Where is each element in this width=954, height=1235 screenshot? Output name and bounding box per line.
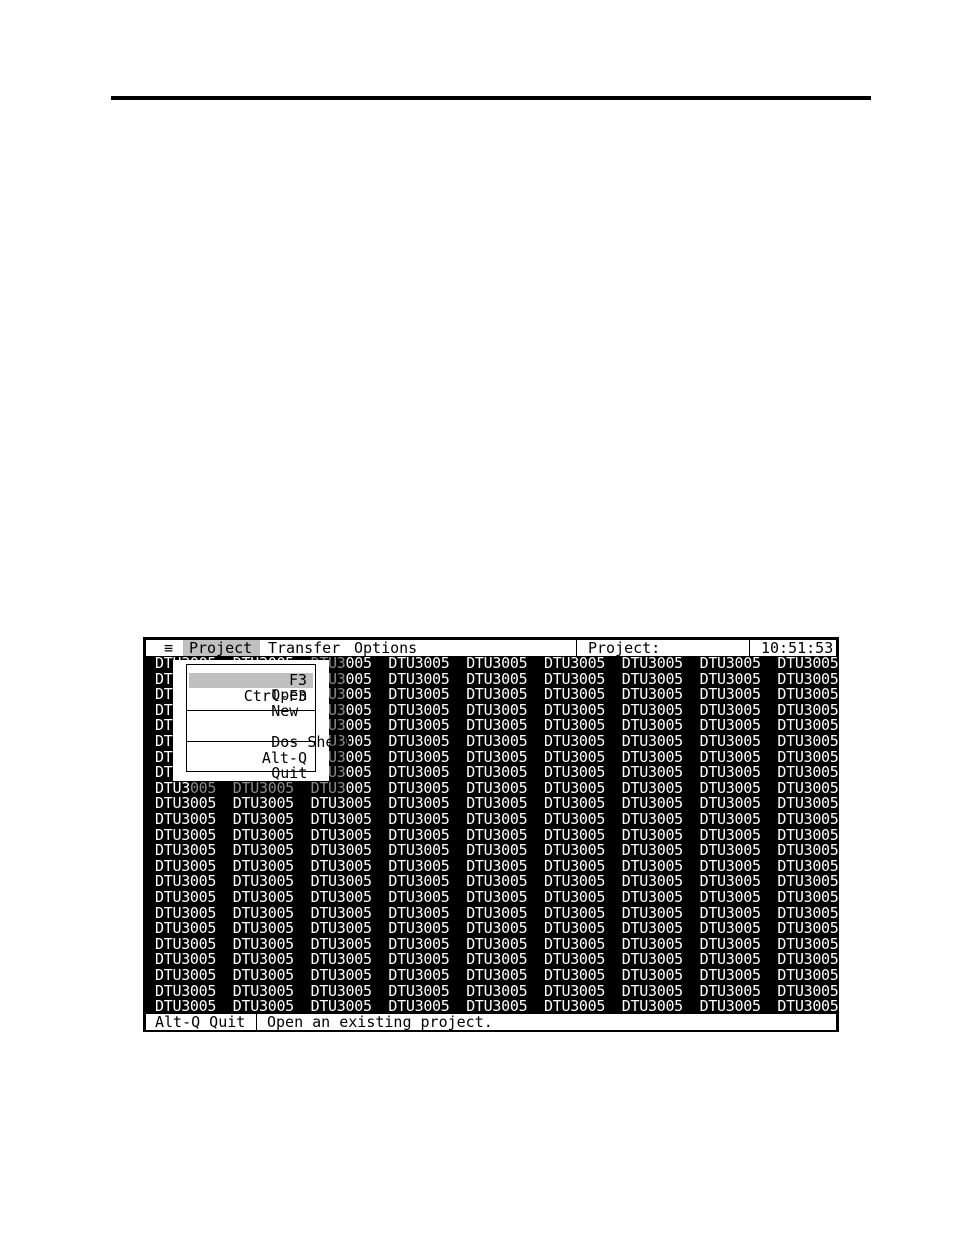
menu-options[interactable]: Options bbox=[354, 640, 417, 656]
menubar-divider bbox=[749, 640, 750, 656]
grid-cell[interactable]: DTU3005 bbox=[622, 999, 683, 1015]
menu-project[interactable]: Project bbox=[183, 640, 261, 656]
menu-transfer[interactable]: Transfer bbox=[268, 640, 340, 656]
menu-separator bbox=[187, 710, 315, 711]
project-label: Project: bbox=[588, 639, 661, 657]
menu-item-quit[interactable]: Quit Alt-Q bbox=[189, 749, 313, 781]
menu-item-shortcut: Ctrl-F3 bbox=[243, 687, 307, 705]
menu-item-open[interactable]: Open F3 bbox=[189, 671, 313, 703]
project-dropdown-menu: Open F3 New Ctrl-F3 Dos Shell Quit Alt-Q bbox=[173, 660, 353, 781]
terminal-screen: DTU3005DTU3005DTU3005DTU3005DTU3005DTU30… bbox=[143, 637, 839, 1032]
menu-item-shortcut: F3 bbox=[288, 671, 307, 689]
dropdown-frame: Open F3 New Ctrl-F3 Dos Shell Quit Alt-Q bbox=[186, 664, 353, 781]
system-menu-icon[interactable]: ≡ bbox=[164, 640, 173, 656]
grid-cell[interactable]: DTU3005 bbox=[544, 999, 605, 1015]
menu-separator bbox=[187, 741, 315, 742]
menu-item-shortcut: Alt-Q bbox=[261, 749, 307, 767]
statusbar-divider bbox=[256, 1014, 257, 1030]
grid-cell[interactable]: DTU3005 bbox=[777, 999, 838, 1015]
quit-hint[interactable]: Alt-Q Quit bbox=[155, 1014, 245, 1030]
menu-item-new[interactable]: New Ctrl-F3 bbox=[189, 687, 313, 719]
menu-bar: ≡ Project Transfer Options Project: 10:5… bbox=[146, 640, 836, 656]
page-header-rule bbox=[111, 96, 871, 100]
status-message: Open an existing project. bbox=[267, 1013, 493, 1031]
status-bar: Alt-Q Quit Open an existing project. bbox=[146, 1014, 836, 1030]
clock: 10:51:53 bbox=[761, 639, 834, 657]
menu-item-dos-shell[interactable]: Dos Shell bbox=[189, 720, 352, 750]
menubar-divider bbox=[576, 640, 577, 656]
grid-cell[interactable]: DTU3005 bbox=[700, 999, 761, 1015]
